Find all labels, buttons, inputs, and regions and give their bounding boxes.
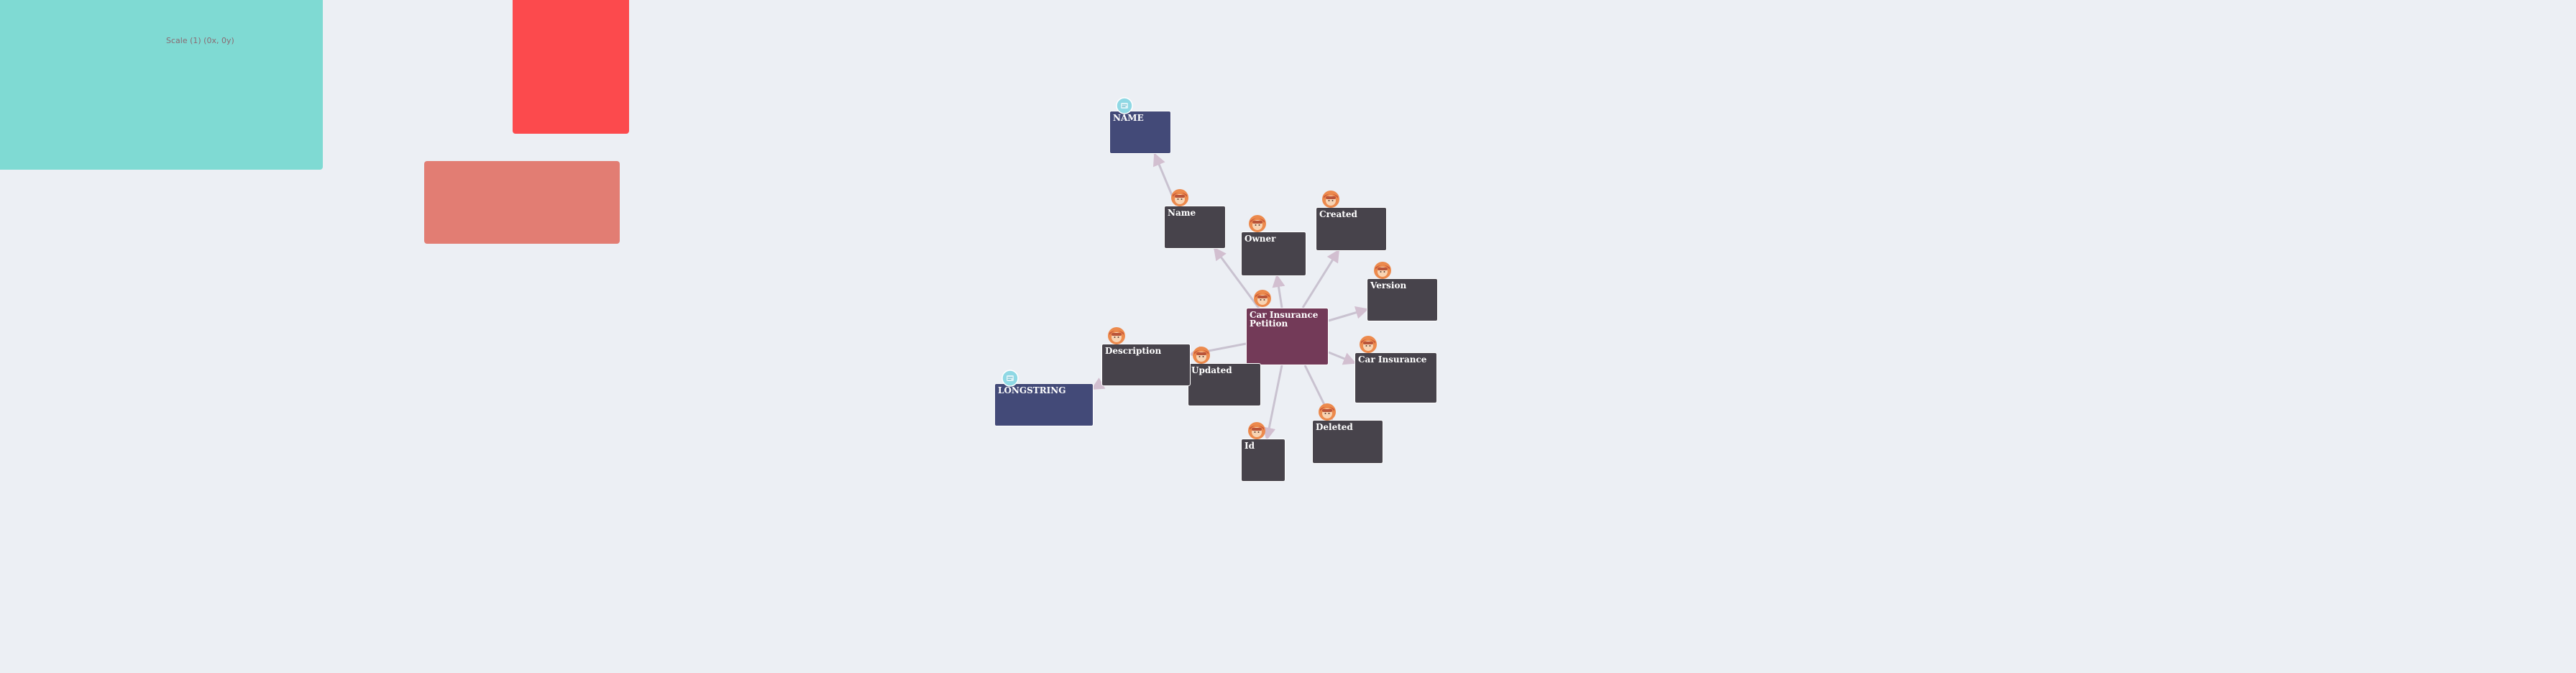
person-icon [1170, 188, 1189, 207]
property-node-created[interactable]: Created [1316, 207, 1387, 251]
property-node-car-insurance[interactable]: Car Insurance [1355, 352, 1437, 403]
edge-root-to-id[interactable] [1262, 365, 1283, 441]
edge-description-to-longstring_type[interactable] [1091, 377, 1106, 390]
property-node-id[interactable]: Id [1241, 439, 1285, 482]
person-icon [1318, 403, 1337, 421]
person-icon [1248, 214, 1267, 233]
edge-root-to-created[interactable] [1301, 249, 1340, 308]
type-node-longstring-type[interactable]: LONGSTRING [994, 383, 1094, 426]
node-label: Car Insurance [1358, 354, 1427, 365]
person-icon [1321, 190, 1340, 209]
person-icon [1107, 326, 1126, 345]
node-label: Description [1105, 346, 1162, 356]
node-label: Deleted [1316, 422, 1353, 432]
node-label: Updated [1191, 365, 1232, 375]
edge-root-to-car_insurance[interactable] [1328, 351, 1357, 365]
edge-root-to-owner[interactable] [1272, 274, 1285, 308]
property-node-description[interactable]: Description [1101, 344, 1191, 386]
node-label: Name [1168, 208, 1196, 218]
person-icon [1253, 289, 1272, 308]
edge-root-to-version[interactable] [1328, 306, 1369, 322]
node-label: Version [1370, 280, 1407, 290]
person-icon [1373, 261, 1392, 280]
type-icon [1115, 96, 1134, 115]
node-label: Owner [1245, 234, 1276, 244]
type-icon [1001, 369, 1019, 388]
property-node-deleted[interactable]: Deleted [1312, 420, 1383, 464]
person-icon [1192, 346, 1211, 365]
property-node-version[interactable]: Version [1367, 278, 1438, 321]
root-node-root[interactable]: Car Insurance Petition [1246, 308, 1329, 365]
person-icon [1247, 421, 1266, 440]
person-icon [1359, 335, 1378, 354]
node-label: Car Insurance Petition [1250, 310, 1319, 329]
property-node-owner[interactable]: Owner [1241, 232, 1306, 276]
property-node-updated[interactable]: Updated [1188, 363, 1261, 406]
property-node-name[interactable]: Name [1164, 206, 1226, 249]
type-node-name-type[interactable]: NAME [1109, 111, 1171, 154]
node-label: Id [1245, 441, 1255, 451]
node-label: Created [1319, 209, 1357, 219]
